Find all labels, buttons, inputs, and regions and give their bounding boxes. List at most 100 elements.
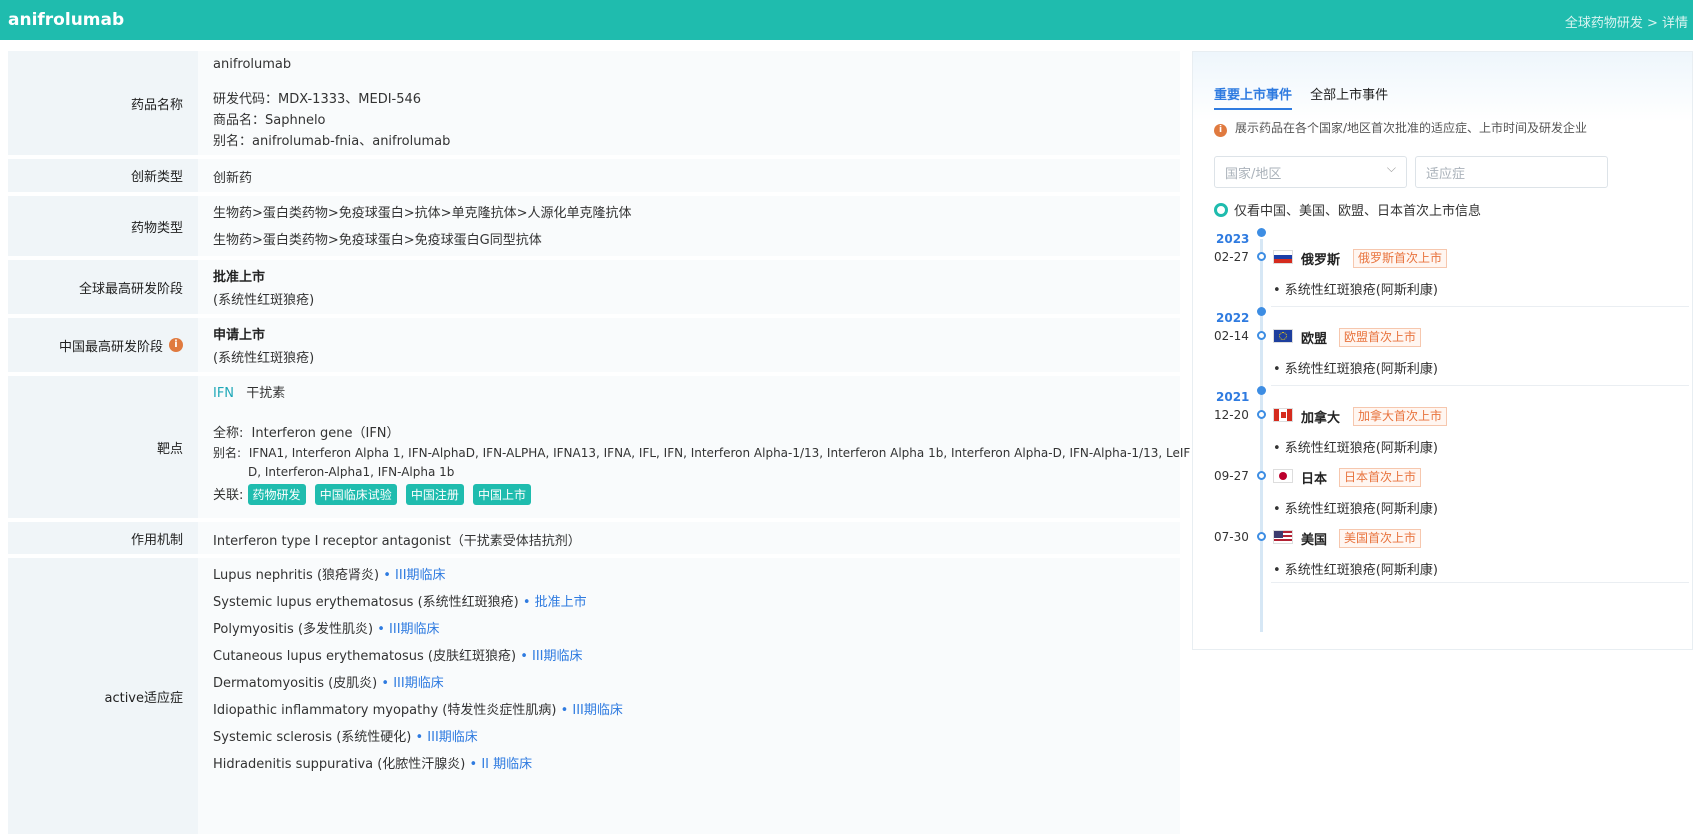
phase-link[interactable]: • 批准上市 — [523, 595, 587, 610]
event-tabs: 重要上市事件 全部上市事件 — [1214, 84, 1402, 110]
year-dot — [1257, 228, 1266, 237]
event-date: 09-27 — [1214, 469, 1249, 483]
indication-item: Hidradenitis suppurativa (化脓性汗腺炎) • II 期… — [213, 757, 533, 772]
info-icon[interactable]: i — [169, 338, 183, 352]
event-country: 加拿大 — [1301, 411, 1341, 426]
target-fullname-key: 全称: — [213, 426, 244, 441]
event-dot — [1257, 532, 1266, 541]
target-alias-key: 别名: — [213, 446, 242, 460]
year-label: 2021 — [1216, 390, 1250, 404]
badge-china-registration[interactable]: 中国注册 — [405, 484, 464, 505]
indication-input-placeholder: 适应症 — [1426, 167, 1466, 182]
breadcrumb[interactable]: 全球药物研发 > 详情 — [1565, 12, 1688, 31]
badge-drug-rd[interactable]: 药物研发 — [247, 484, 306, 505]
event-country: 俄罗斯 — [1301, 253, 1341, 268]
indication-item: Dermatomyositis (皮肌炎) • III期临床 — [213, 676, 444, 691]
badge-china-launch[interactable]: 中国上市 — [473, 484, 532, 505]
label-china-stage: 中国最高研发阶段 — [58, 339, 163, 355]
drug-code: 研发代码：MDX-1333、MEDI-546 — [213, 92, 422, 107]
label-innovation: 创新类型 — [8, 159, 198, 192]
phase-link[interactable]: • III期临床 — [381, 676, 443, 691]
year-label: 2022 — [1216, 311, 1250, 325]
divider — [1271, 385, 1689, 386]
event-indication: • 系统性红斑狼疮(阿斯利康) — [1273, 502, 1438, 517]
event-dot — [1257, 252, 1266, 261]
target-fullname: Interferon gene（IFN） — [251, 426, 400, 441]
mechanism-value: Interferon type I receptor antagonist（干扰… — [213, 534, 581, 549]
event-dot — [1257, 410, 1266, 419]
phase-link[interactable]: • III期临床 — [561, 703, 623, 718]
indication-item: Polymyositis (多发性肌炎) • III期临床 — [213, 622, 440, 637]
filter-major-markets[interactable]: 仅看中国、美国、欧盟、日本首次上市信息 — [1214, 200, 1481, 219]
radio-icon[interactable] — [1214, 203, 1228, 217]
row-mechanism: 作用机制 Interferon type I receptor antagoni… — [8, 522, 1180, 554]
event-date: 02-27 — [1214, 250, 1249, 264]
phase-link[interactable]: • III期临床 — [383, 568, 445, 583]
row-target: 靶点 IFN 干扰素 全称: Interferon gene（IFN） 别名: … — [8, 376, 1190, 518]
country-select[interactable]: 国家/地区 ⌵ — [1214, 156, 1407, 188]
event-country: 美国 — [1301, 533, 1328, 548]
badge-china-trials[interactable]: 中国临床试验 — [314, 484, 397, 505]
drug-type-1: 生物药>蛋白类药物>免疫球蛋白>抗体>单克隆抗体>人源化单克隆抗体 — [213, 206, 632, 221]
target-alias-cont: D, Interferon-Alpha1, IFN-Alpha 1b — [248, 465, 455, 479]
divider — [1271, 582, 1689, 583]
tab-key-launch-events[interactable]: 重要上市事件 — [1214, 84, 1293, 110]
row-drug-type: 药物类型 生物药>蛋白类药物>免疫球蛋白>抗体>单克隆抗体>人源化单克隆抗体 生… — [8, 196, 1180, 256]
drug-alias: 别名：anifrolumab-fnia、anifrolumab — [213, 134, 451, 149]
event-country: 欧盟 — [1301, 332, 1328, 347]
indication-item: Cutaneous lupus erythematosus (皮肤红斑狼疮) •… — [213, 649, 583, 664]
tab-all-launch-events[interactable]: 全部上市事件 — [1310, 84, 1388, 108]
drug-type-2: 生物药>蛋白类药物>免疫球蛋白>免疫球蛋白G同型抗体 — [213, 233, 542, 248]
indication-item: Systemic sclerosis (系统性硬化) • III期临床 — [213, 730, 478, 745]
event-badge: 加拿大首次上市 — [1353, 407, 1448, 426]
divider — [1271, 306, 1689, 307]
event-dot — [1257, 471, 1266, 480]
country-select-placeholder: 国家/地区 — [1225, 167, 1282, 182]
label-global-stage: 全球最高研发阶段 — [8, 260, 198, 314]
china-stage-value: 申请上市 — [213, 328, 266, 343]
event-badge: 俄罗斯首次上市 — [1353, 249, 1448, 268]
row-indications: active适应症 Lupus nephritis (狼疮肾炎) • III期临… — [8, 558, 1180, 834]
label-drug-name: 药品名称 — [8, 51, 198, 155]
china-stage-note: (系统性红斑狼疮) — [213, 351, 315, 366]
japan-flag-icon — [1273, 469, 1293, 483]
drug-name: anifrolumab — [213, 57, 292, 72]
phase-link[interactable]: • II 期临床 — [470, 757, 533, 772]
label-drug-type: 药物类型 — [8, 196, 198, 256]
label-indications: active适应症 — [8, 558, 198, 834]
row-innovation: 创新类型 创新药 — [8, 159, 1180, 192]
event-badge: 日本首次上市 — [1339, 468, 1422, 487]
target-code-link[interactable]: IFN — [213, 386, 234, 401]
filter-major-markets-label: 仅看中国、美国、欧盟、日本首次上市信息 — [1234, 204, 1482, 219]
phase-link[interactable]: • III期临床 — [520, 649, 582, 664]
phase-link[interactable]: • III期临床 — [377, 622, 439, 637]
russia-flag-icon — [1273, 250, 1293, 264]
event-badge: 美国首次上市 — [1339, 529, 1422, 548]
year-dot — [1257, 386, 1266, 395]
year-dot — [1257, 307, 1266, 316]
event-date: 12-20 — [1214, 408, 1249, 422]
event-indication: • 系统性红斑狼疮(阿斯利康) — [1273, 362, 1438, 377]
timeline-axis — [1260, 239, 1263, 632]
panel-hint: 展示药品在各个国家/地区首次批准的适应症、上市时间及研发企业 — [1235, 121, 1588, 135]
label-target: 靶点 — [8, 376, 198, 518]
launch-events-panel: 重要上市事件 全部上市事件 i 展示药品在各个国家/地区首次批准的适应症、上市时间… — [1192, 51, 1693, 650]
phase-link[interactable]: • III期临床 — [416, 730, 478, 745]
event-date: 02-14 — [1214, 329, 1249, 343]
chevron-down-icon: ⌵ — [1386, 161, 1396, 175]
indication-input[interactable]: 适应症 — [1415, 156, 1608, 188]
indication-item: Lupus nephritis (狼疮肾炎) • III期临床 — [213, 568, 446, 583]
event-badge: 欧盟首次上市 — [1339, 328, 1422, 347]
row-drug-name: 药品名称 anifrolumab 研发代码：MDX-1333、MEDI-546 … — [8, 51, 1180, 155]
indication-item: Idiopathic inflammatory myopathy (特发性炎症性… — [213, 703, 623, 718]
target-name: 干扰素 — [246, 386, 286, 401]
label-mechanism: 作用机制 — [8, 522, 198, 554]
trade-name: 商品名：Saphnelo — [213, 113, 326, 128]
event-indication: • 系统性红斑狼疮(阿斯利康) — [1273, 563, 1438, 578]
indication-item: Systemic lupus erythematosus (系统性红斑狼疮) •… — [213, 595, 587, 610]
row-china-stage: 中国最高研发阶段 i 申请上市 (系统性红斑狼疮) — [8, 318, 1180, 372]
row-global-stage: 全球最高研发阶段 批准上市 (系统性红斑狼疮) — [8, 260, 1180, 314]
target-alias: IFNA1, Interferon Alpha 1, IFN-AlphaD, I… — [248, 446, 1191, 460]
event-indication: • 系统性红斑狼疮(阿斯利康) — [1273, 441, 1438, 456]
event-dot — [1257, 331, 1266, 340]
